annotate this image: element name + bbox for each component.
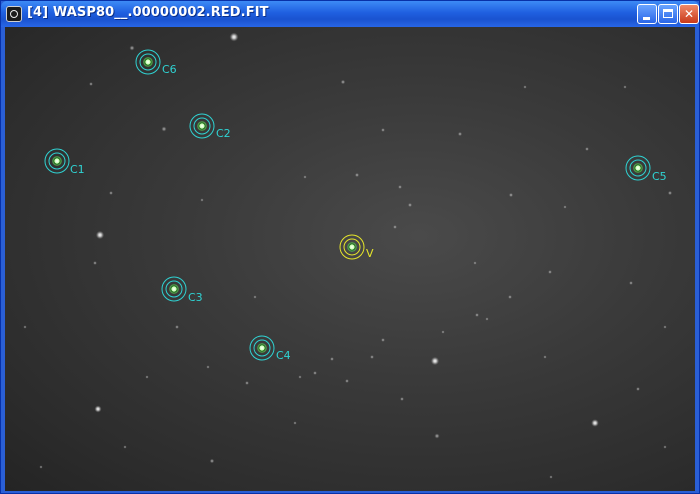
background-star	[663, 445, 667, 449]
background-star	[89, 82, 93, 86]
background-star	[629, 281, 633, 285]
aperture-c4[interactable]: C4	[249, 335, 291, 362]
title-bar[interactable]: [4] WASP80__.00000002.RED.FIT ✕	[1, 1, 699, 27]
app-icon[interactable]	[6, 6, 22, 22]
background-star	[523, 85, 527, 89]
aperture-c1[interactable]: C1	[44, 148, 85, 176]
minimize-button[interactable]	[637, 4, 657, 24]
star-field[interactable]: C6 C2 C1 C5 V C3 C4	[5, 27, 695, 491]
aperture-label: C3	[188, 291, 203, 304]
background-star	[400, 397, 404, 401]
background-star	[209, 458, 215, 464]
photometry-apertures: C6 C2 C1 C5 V C3 C4	[44, 49, 667, 362]
background-star	[508, 295, 512, 299]
background-star	[393, 225, 397, 229]
background-star	[145, 375, 149, 379]
background-stars	[23, 32, 673, 479]
background-star	[381, 128, 385, 132]
background-star	[623, 85, 627, 89]
background-star	[398, 185, 402, 189]
background-star	[549, 475, 553, 479]
aperture-c3[interactable]: C3	[161, 276, 203, 304]
window-title: [4] WASP80__.00000002.RED.FIT	[27, 5, 269, 20]
background-star	[95, 230, 105, 240]
background-star	[129, 45, 135, 51]
background-star	[293, 421, 297, 425]
background-star	[93, 261, 97, 265]
background-star	[434, 433, 440, 439]
background-star	[430, 356, 440, 366]
aperture-label: C4	[276, 349, 291, 362]
background-star	[298, 375, 302, 379]
aperture-label: C1	[70, 163, 85, 176]
background-star	[381, 338, 385, 342]
aperture-c2[interactable]: C2	[189, 113, 231, 140]
background-star	[123, 445, 127, 449]
background-star	[200, 198, 204, 202]
background-star	[303, 175, 307, 179]
background-star	[473, 261, 477, 265]
close-button[interactable]: ✕	[679, 4, 699, 24]
background-star	[548, 270, 552, 274]
background-star	[354, 172, 360, 178]
background-star	[109, 191, 113, 195]
aperture-label: C5	[652, 170, 667, 183]
background-star	[543, 355, 547, 359]
fits-image-viewport[interactable]: C6 C2 C1 C5 V C3 C4	[5, 27, 695, 491]
background-star	[407, 202, 413, 208]
background-star	[485, 317, 489, 321]
image-window: [4] WASP80__.00000002.RED.FIT ✕ C6 C2 C1 C5…	[0, 0, 700, 494]
background-star	[457, 131, 463, 137]
aperture-c6[interactable]: C6	[135, 49, 177, 76]
background-star	[475, 313, 479, 317]
background-star	[313, 371, 317, 375]
background-star	[585, 147, 589, 151]
background-star	[340, 79, 346, 85]
aperture-c5[interactable]: C5	[625, 155, 667, 183]
background-star	[330, 357, 334, 361]
background-star	[636, 387, 640, 391]
aperture-label: C2	[216, 127, 231, 140]
aperture-v[interactable]: V	[339, 234, 374, 260]
background-star	[229, 32, 239, 42]
background-star	[591, 419, 599, 427]
background-star	[206, 365, 210, 369]
background-star	[508, 192, 514, 198]
background-star	[441, 330, 445, 334]
maximize-button[interactable]	[658, 4, 678, 24]
background-star	[94, 405, 102, 413]
aperture-label: C6	[162, 63, 177, 76]
background-star	[245, 381, 249, 385]
background-star	[563, 205, 567, 209]
background-star	[663, 325, 667, 329]
background-star	[345, 379, 349, 383]
background-star	[161, 126, 167, 132]
background-star	[370, 355, 374, 359]
aperture-label: V	[366, 247, 374, 260]
background-star	[23, 325, 27, 329]
background-star	[253, 295, 257, 299]
background-star	[175, 325, 179, 329]
background-star	[39, 465, 43, 469]
background-star	[667, 190, 673, 196]
